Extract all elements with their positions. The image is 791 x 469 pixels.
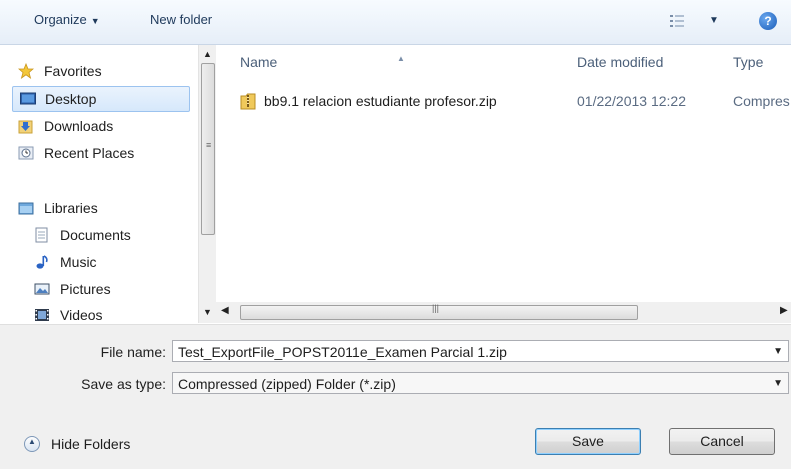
chevron-down-icon[interactable]: ▼ (773, 341, 783, 361)
file-list: Name ▲ Date modified Type bb9.1 relacion… (216, 45, 791, 301)
toolbar: Organize ▼ New folder ▼ ? (0, 0, 791, 45)
chevron-down-icon: ▼ (90, 16, 100, 26)
help-icon[interactable]: ? (759, 12, 777, 30)
nav-item-label: Downloads (44, 118, 114, 134)
downloads-icon (18, 120, 33, 134)
file-name: bb9.1 relacion estudiante profesor.zip (264, 93, 497, 109)
grip-icon: ||| (432, 303, 440, 313)
nav-libraries-label: Libraries (44, 200, 98, 216)
navigation-pane: Favorites Desktop Downloads Recent Place… (0, 45, 196, 323)
nav-item-label: Videos (60, 307, 103, 323)
column-header-date[interactable]: Date modified (577, 54, 663, 70)
hide-folders-label: Hide Folders (51, 436, 131, 452)
zip-folder-icon (240, 93, 256, 110)
column-header-type-label: Type (733, 54, 764, 70)
nav-item-label: Pictures (60, 281, 111, 297)
file-name-value: Test_ExportFile_POPST2011e_Examen Parcia… (178, 344, 507, 360)
file-name-input[interactable]: Test_ExportFile_POPST2011e_Examen Parcia… (172, 340, 789, 362)
music-icon (36, 255, 48, 269)
help-label: ? (764, 14, 772, 28)
new-folder-label: New folder (150, 12, 213, 27)
save-as-type-value: Compressed (zipped) Folder (*.zip) (178, 376, 396, 392)
scroll-thumb[interactable]: ||| (240, 303, 638, 320)
organize-button[interactable]: Organize ▼ (34, 12, 100, 27)
nav-vertical-scrollbar[interactable]: ▲ ≡ ▼ (198, 45, 216, 323)
nav-favorites-label: Favorites (44, 63, 102, 79)
star-icon (18, 63, 34, 79)
save-as-type-label: Save as type: (81, 376, 166, 392)
recent-places-icon (18, 146, 34, 160)
scroll-up-icon[interactable]: ▲ (203, 49, 212, 59)
pictures-icon (34, 283, 50, 295)
documents-icon (35, 227, 48, 243)
file-type: Compres (733, 93, 790, 109)
nav-item-desktop[interactable]: Desktop (12, 86, 190, 112)
list-horizontal-scrollbar[interactable]: ◀ ||| ▶ (216, 302, 791, 323)
save-button-label: Save (572, 433, 604, 449)
column-header-name-label: Name (240, 54, 278, 70)
column-header-date-label: Date modified (577, 54, 664, 70)
cancel-button[interactable]: Cancel (669, 428, 775, 455)
save-options-panel: File name: Test_ExportFile_POPST2011e_Ex… (0, 324, 791, 469)
nav-item-label: Recent Places (44, 145, 135, 161)
nav-item-label: Documents (60, 227, 131, 243)
scroll-down-icon[interactable]: ▼ (203, 307, 212, 317)
save-as-type-select[interactable]: Compressed (zipped) Folder (*.zip) ▼ (172, 372, 789, 394)
chevron-down-icon[interactable]: ▼ (773, 373, 783, 393)
library-icon (18, 202, 34, 215)
scroll-thumb[interactable]: ≡ (201, 63, 215, 235)
sort-ascending-icon: ▲ (397, 54, 405, 63)
new-folder-button[interactable]: New folder (150, 12, 212, 27)
nav-item-label: Music (60, 254, 97, 270)
collapse-up-icon: ▲ (24, 436, 40, 452)
grip-icon: ≡ (206, 140, 212, 150)
cancel-button-label: Cancel (700, 433, 744, 449)
organize-label: Organize (34, 12, 87, 27)
file-name-label: File name: (100, 344, 166, 360)
change-view-icon[interactable] (669, 14, 685, 28)
column-header-name[interactable]: Name (240, 54, 277, 70)
file-date: 01/22/2013 12:22 (577, 93, 686, 109)
desktop-icon (20, 92, 36, 105)
column-header-type[interactable]: Type (733, 54, 763, 70)
scroll-left-icon[interactable]: ◀ (221, 305, 229, 316)
scroll-right-icon[interactable]: ▶ (780, 305, 788, 316)
videos-icon (35, 309, 49, 321)
nav-item-label: Desktop (45, 91, 97, 107)
view-options-chevron-icon[interactable]: ▼ (709, 15, 719, 26)
save-button[interactable]: Save (535, 428, 641, 455)
